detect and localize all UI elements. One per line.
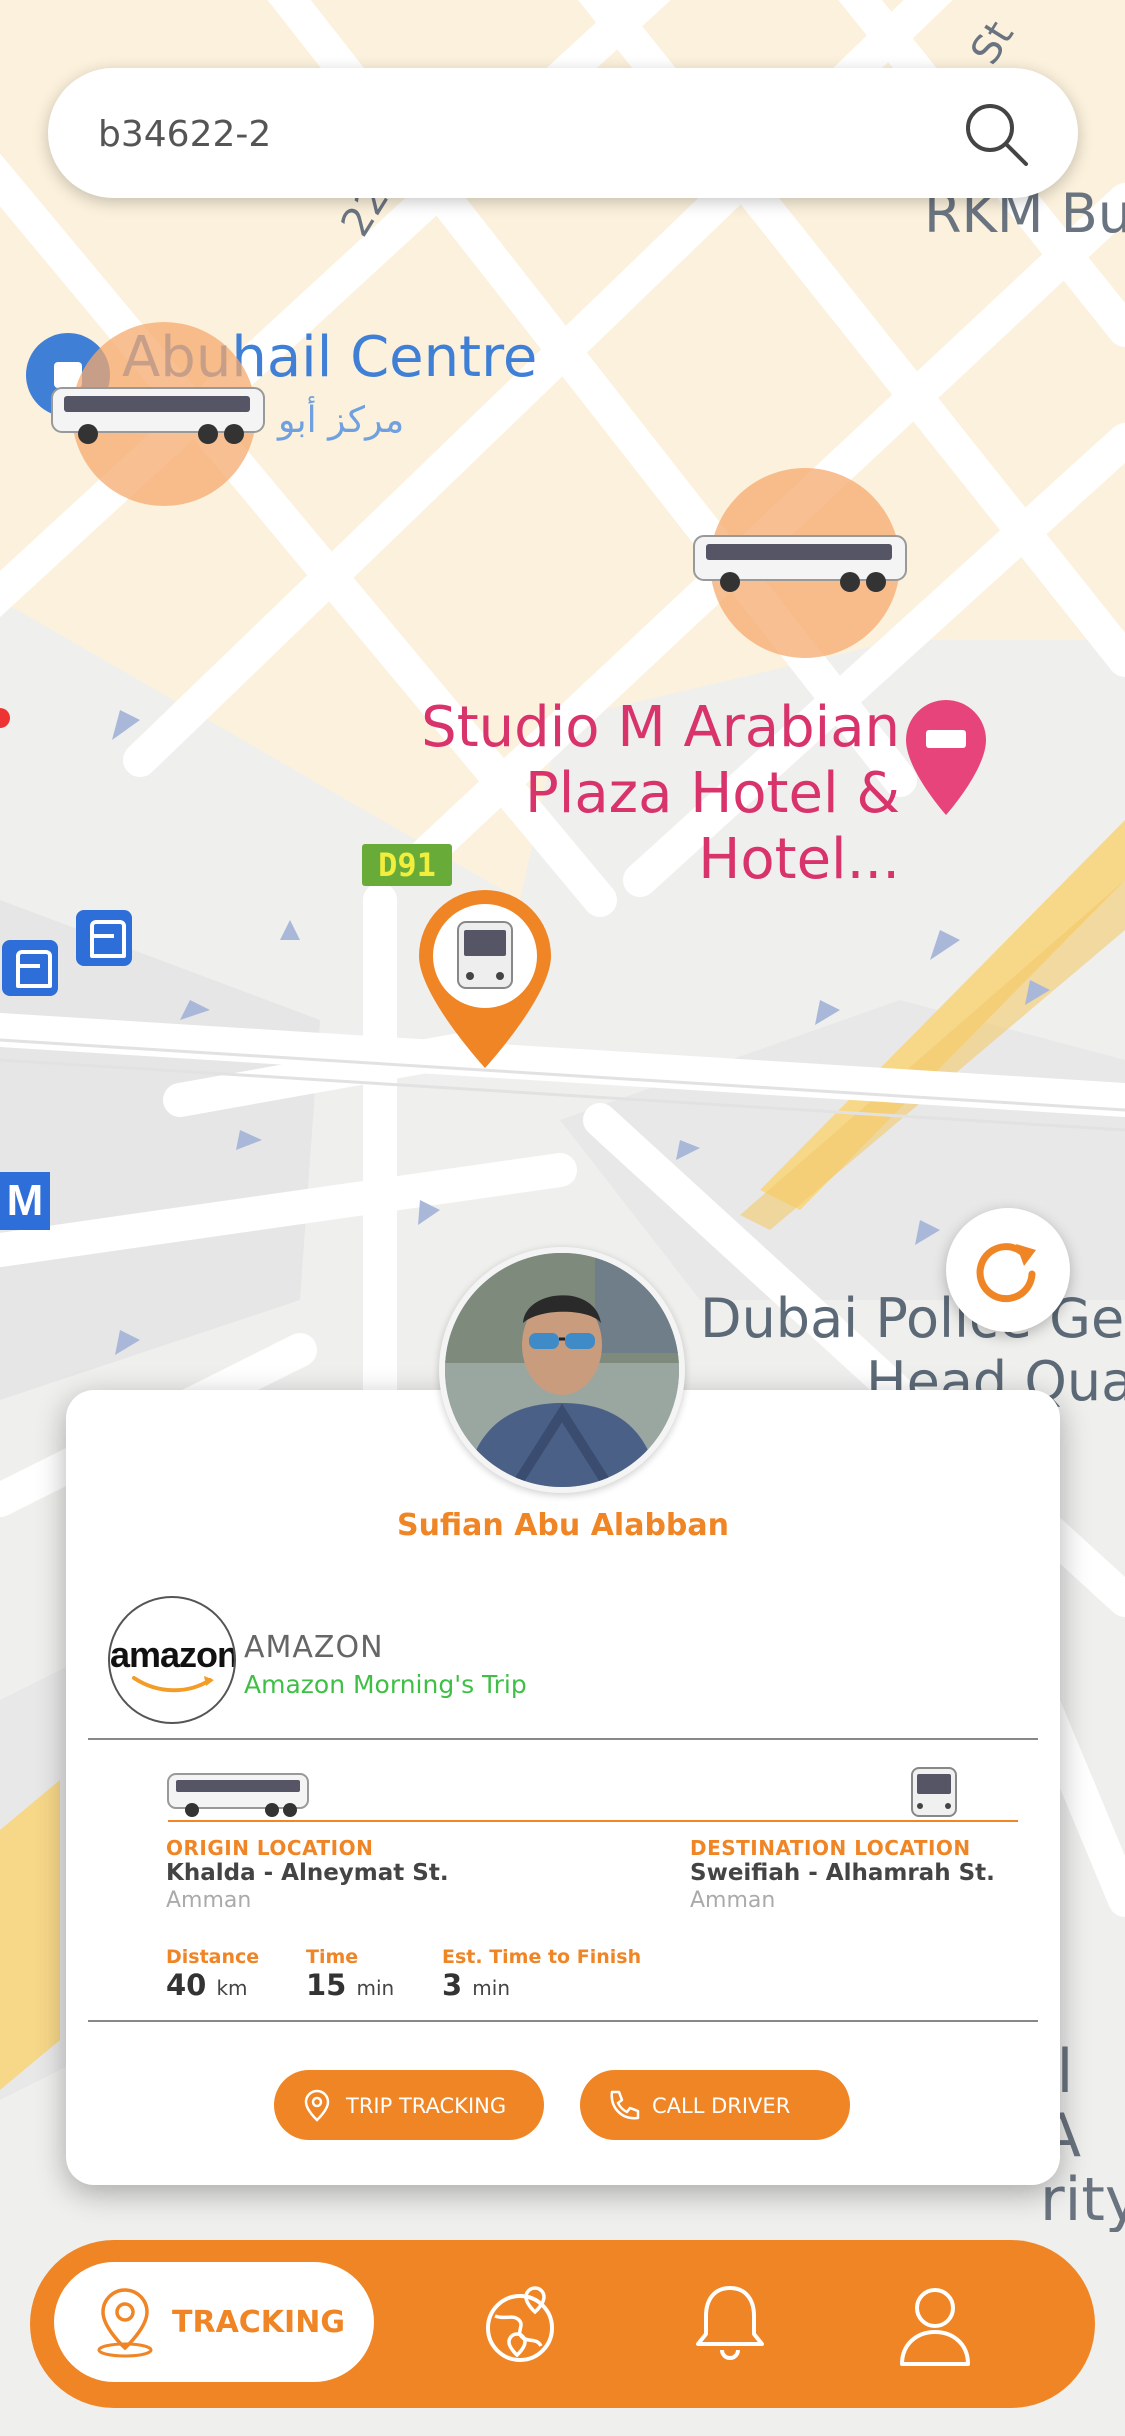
time-label: Time <box>306 1946 359 1968</box>
refresh-icon <box>976 1243 1036 1303</box>
driver-avatar <box>439 1247 685 1493</box>
bus-icon <box>167 1773 309 1817</box>
trip-info-card: Sufian Abu Alabban amazon AMAZON Amazon … <box>66 1390 1060 2185</box>
location-pin-icon <box>304 2089 330 2122</box>
distance-value: 40 km <box>166 1968 248 2002</box>
bus-front-icon <box>911 1767 957 1817</box>
trip-tracking-label: TRIP TRACKING <box>346 2094 507 2118</box>
nav-tracking-label: TRACKING <box>172 2305 345 2340</box>
destination-street: Sweifiah - Alhamrah St. <box>690 1860 995 1886</box>
origin-street: Khalda - Alneymat St. <box>166 1860 449 1886</box>
call-driver-button[interactable]: CALL DRIVER <box>580 2070 850 2140</box>
trip-name: Amazon Morning's Trip <box>244 1670 527 1699</box>
origin-city: Amman <box>166 1888 252 1913</box>
divider <box>88 2020 1038 2022</box>
route-tag: D91 <box>362 844 452 886</box>
refresh-button[interactable] <box>946 1208 1070 1332</box>
nav-tracking-tab[interactable]: TRACKING <box>54 2262 374 2382</box>
time-value: 15 min <box>306 1968 395 2002</box>
phone-icon <box>610 2090 640 2120</box>
bus-stop-icon[interactable] <box>76 910 132 966</box>
origin-label: ORIGIN LOCATION <box>166 1836 374 1860</box>
company-logo: amazon <box>108 1596 236 1724</box>
search-input[interactable] <box>98 106 918 162</box>
destination-label: DESTINATION LOCATION <box>690 1836 971 1860</box>
company-name: AMAZON <box>244 1630 384 1665</box>
bus-stop-icon[interactable] <box>2 940 58 996</box>
map-label-abuhail-arabic: مركز أبو <box>278 400 405 441</box>
location-pin-icon <box>97 2288 153 2358</box>
search-bar[interactable] <box>48 68 1078 198</box>
amazon-smile-icon <box>132 1676 214 1693</box>
route-line <box>168 1820 1018 1822</box>
company-logo-text: amazon <box>110 1634 236 1675</box>
search-icon[interactable] <box>962 100 1032 170</box>
location-pin-icon[interactable] <box>414 886 556 1072</box>
bell-icon[interactable] <box>685 2280 775 2370</box>
trip-tracking-button[interactable]: TRIP TRACKING <box>274 2070 544 2140</box>
user-icon[interactable] <box>890 2280 980 2370</box>
finish-value: 3 min <box>442 1968 511 2002</box>
bus-icon[interactable] <box>688 530 914 598</box>
distance-label: Distance <box>166 1946 260 1968</box>
bus-icon[interactable] <box>48 382 270 450</box>
globe-pins-icon[interactable] <box>475 2280 565 2370</box>
finish-label: Est. Time to Finish <box>442 1946 642 1968</box>
destination-city: Amman <box>690 1888 776 1913</box>
bottom-nav: TRACKING <box>30 2240 1095 2408</box>
driver-photo <box>445 1253 679 1487</box>
metro-icon: M <box>0 1172 50 1230</box>
divider <box>88 1738 1038 1740</box>
driver-name: Sufian Abu Alabban <box>396 1508 730 1543</box>
call-driver-label: CALL DRIVER <box>652 2094 791 2118</box>
